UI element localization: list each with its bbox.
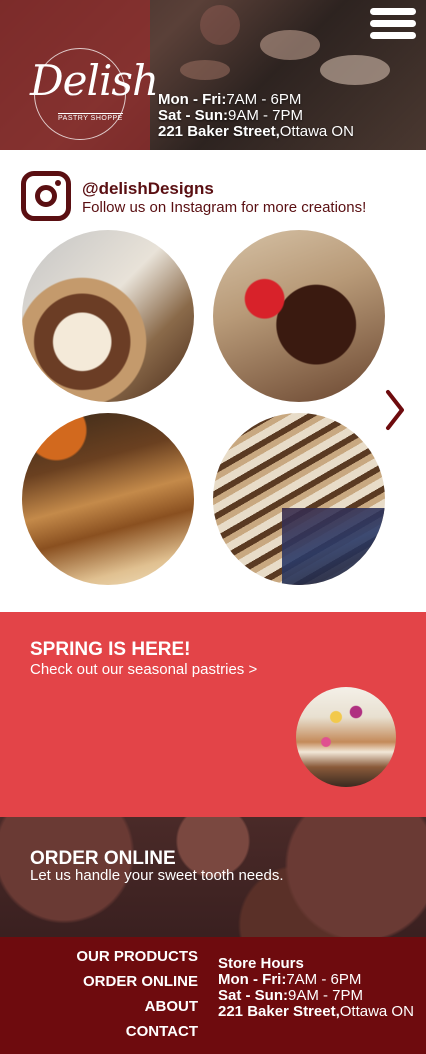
site-footer: OUR PRODUCTS ORDER ONLINE ABOUT CONTACT … (0, 937, 426, 1054)
hours-label: Mon - Fri: (218, 971, 287, 988)
address: 221 Baker Street,Ottawa ON (218, 1004, 418, 1020)
instagram-handle[interactable]: @delishDesigns (82, 179, 214, 199)
hours-value: 9AM - 7PM (288, 987, 364, 1004)
store-hours-title: Store Hours (218, 955, 304, 972)
instagram-icon[interactable] (21, 171, 71, 221)
address: 221 Baker Street,Ottawa ON (158, 124, 354, 140)
site-header: Delish PASTRY SHOPPE Mon - Fri:7AM - 6PM… (0, 0, 426, 150)
strudel-photo[interactable] (22, 413, 194, 585)
hours-value: 7AM - 6PM (226, 91, 302, 108)
address-city: Ottawa ON (339, 1003, 414, 1020)
hours-row: Mon - Fri:7AM - 6PM (158, 92, 354, 108)
footer-link-order-online[interactable]: ORDER ONLINE (76, 974, 198, 999)
address-street: 221 Baker Street, (158, 123, 280, 140)
instagram-follow-text: Follow us on Instagram for more creation… (82, 199, 367, 216)
footer-link-contact[interactable]: CONTACT (76, 1024, 198, 1049)
hours-row: Mon - Fri:7AM - 6PM (218, 972, 418, 988)
hours-label: Sat - Sun: (158, 107, 228, 124)
footer-link-about[interactable]: ABOUT (76, 999, 198, 1024)
chocolates-photo[interactable] (22, 230, 194, 402)
hours-value: 9AM - 7PM (228, 107, 304, 124)
header-bokeh (180, 60, 230, 80)
roll-cake-photo[interactable] (213, 413, 385, 585)
logo-text: Delish (30, 56, 159, 105)
hours-value: 7AM - 6PM (286, 971, 362, 988)
footer-nav: OUR PRODUCTS ORDER ONLINE ABOUT CONTACT (76, 949, 198, 1049)
header-bokeh (260, 30, 320, 60)
brownie-photo[interactable] (213, 230, 385, 402)
hours-label: Mon - Fri: (158, 91, 227, 108)
spring-cake-photo (296, 687, 396, 787)
address-street: 221 Baker Street, (218, 1003, 340, 1020)
address-city: Ottawa ON (279, 123, 354, 140)
spring-title: SPRING IS HERE! (30, 639, 191, 660)
chevron-right-icon[interactable] (384, 388, 406, 432)
order-online-subtitle: Let us handle your sweet tooth needs. (30, 867, 284, 884)
order-online-banner[interactable]: ORDER ONLINE Let us handle your sweet to… (0, 817, 426, 937)
hamburger-icon[interactable] (370, 8, 416, 44)
header-bokeh (320, 55, 390, 85)
hours-label: Sat - Sun: (218, 987, 288, 1004)
spring-promo: SPRING IS HERE! Check out our seasonal p… (0, 612, 426, 817)
footer-link-products[interactable]: OUR PRODUCTS (76, 949, 198, 974)
logo-panel[interactable]: Delish PASTRY SHOPPE (0, 0, 159, 150)
hours-row: Sat - Sun:9AM - 7PM (158, 108, 354, 124)
header-bokeh (200, 5, 240, 45)
logo-subtitle: PASTRY SHOPPE (58, 113, 123, 122)
instagram-header: @delishDesigns Follow us on Instagram fo… (20, 170, 410, 224)
hours-row: Sat - Sun:9AM - 7PM (218, 988, 418, 1004)
footer-store-hours: Store Hours Mon - Fri:7AM - 6PM Sat - Su… (218, 956, 418, 1020)
seasonal-pastries-link[interactable]: Check out our seasonal pastries > (30, 661, 257, 678)
header-hours: Mon - Fri:7AM - 6PM Sat - Sun:9AM - 7PM … (158, 92, 354, 140)
